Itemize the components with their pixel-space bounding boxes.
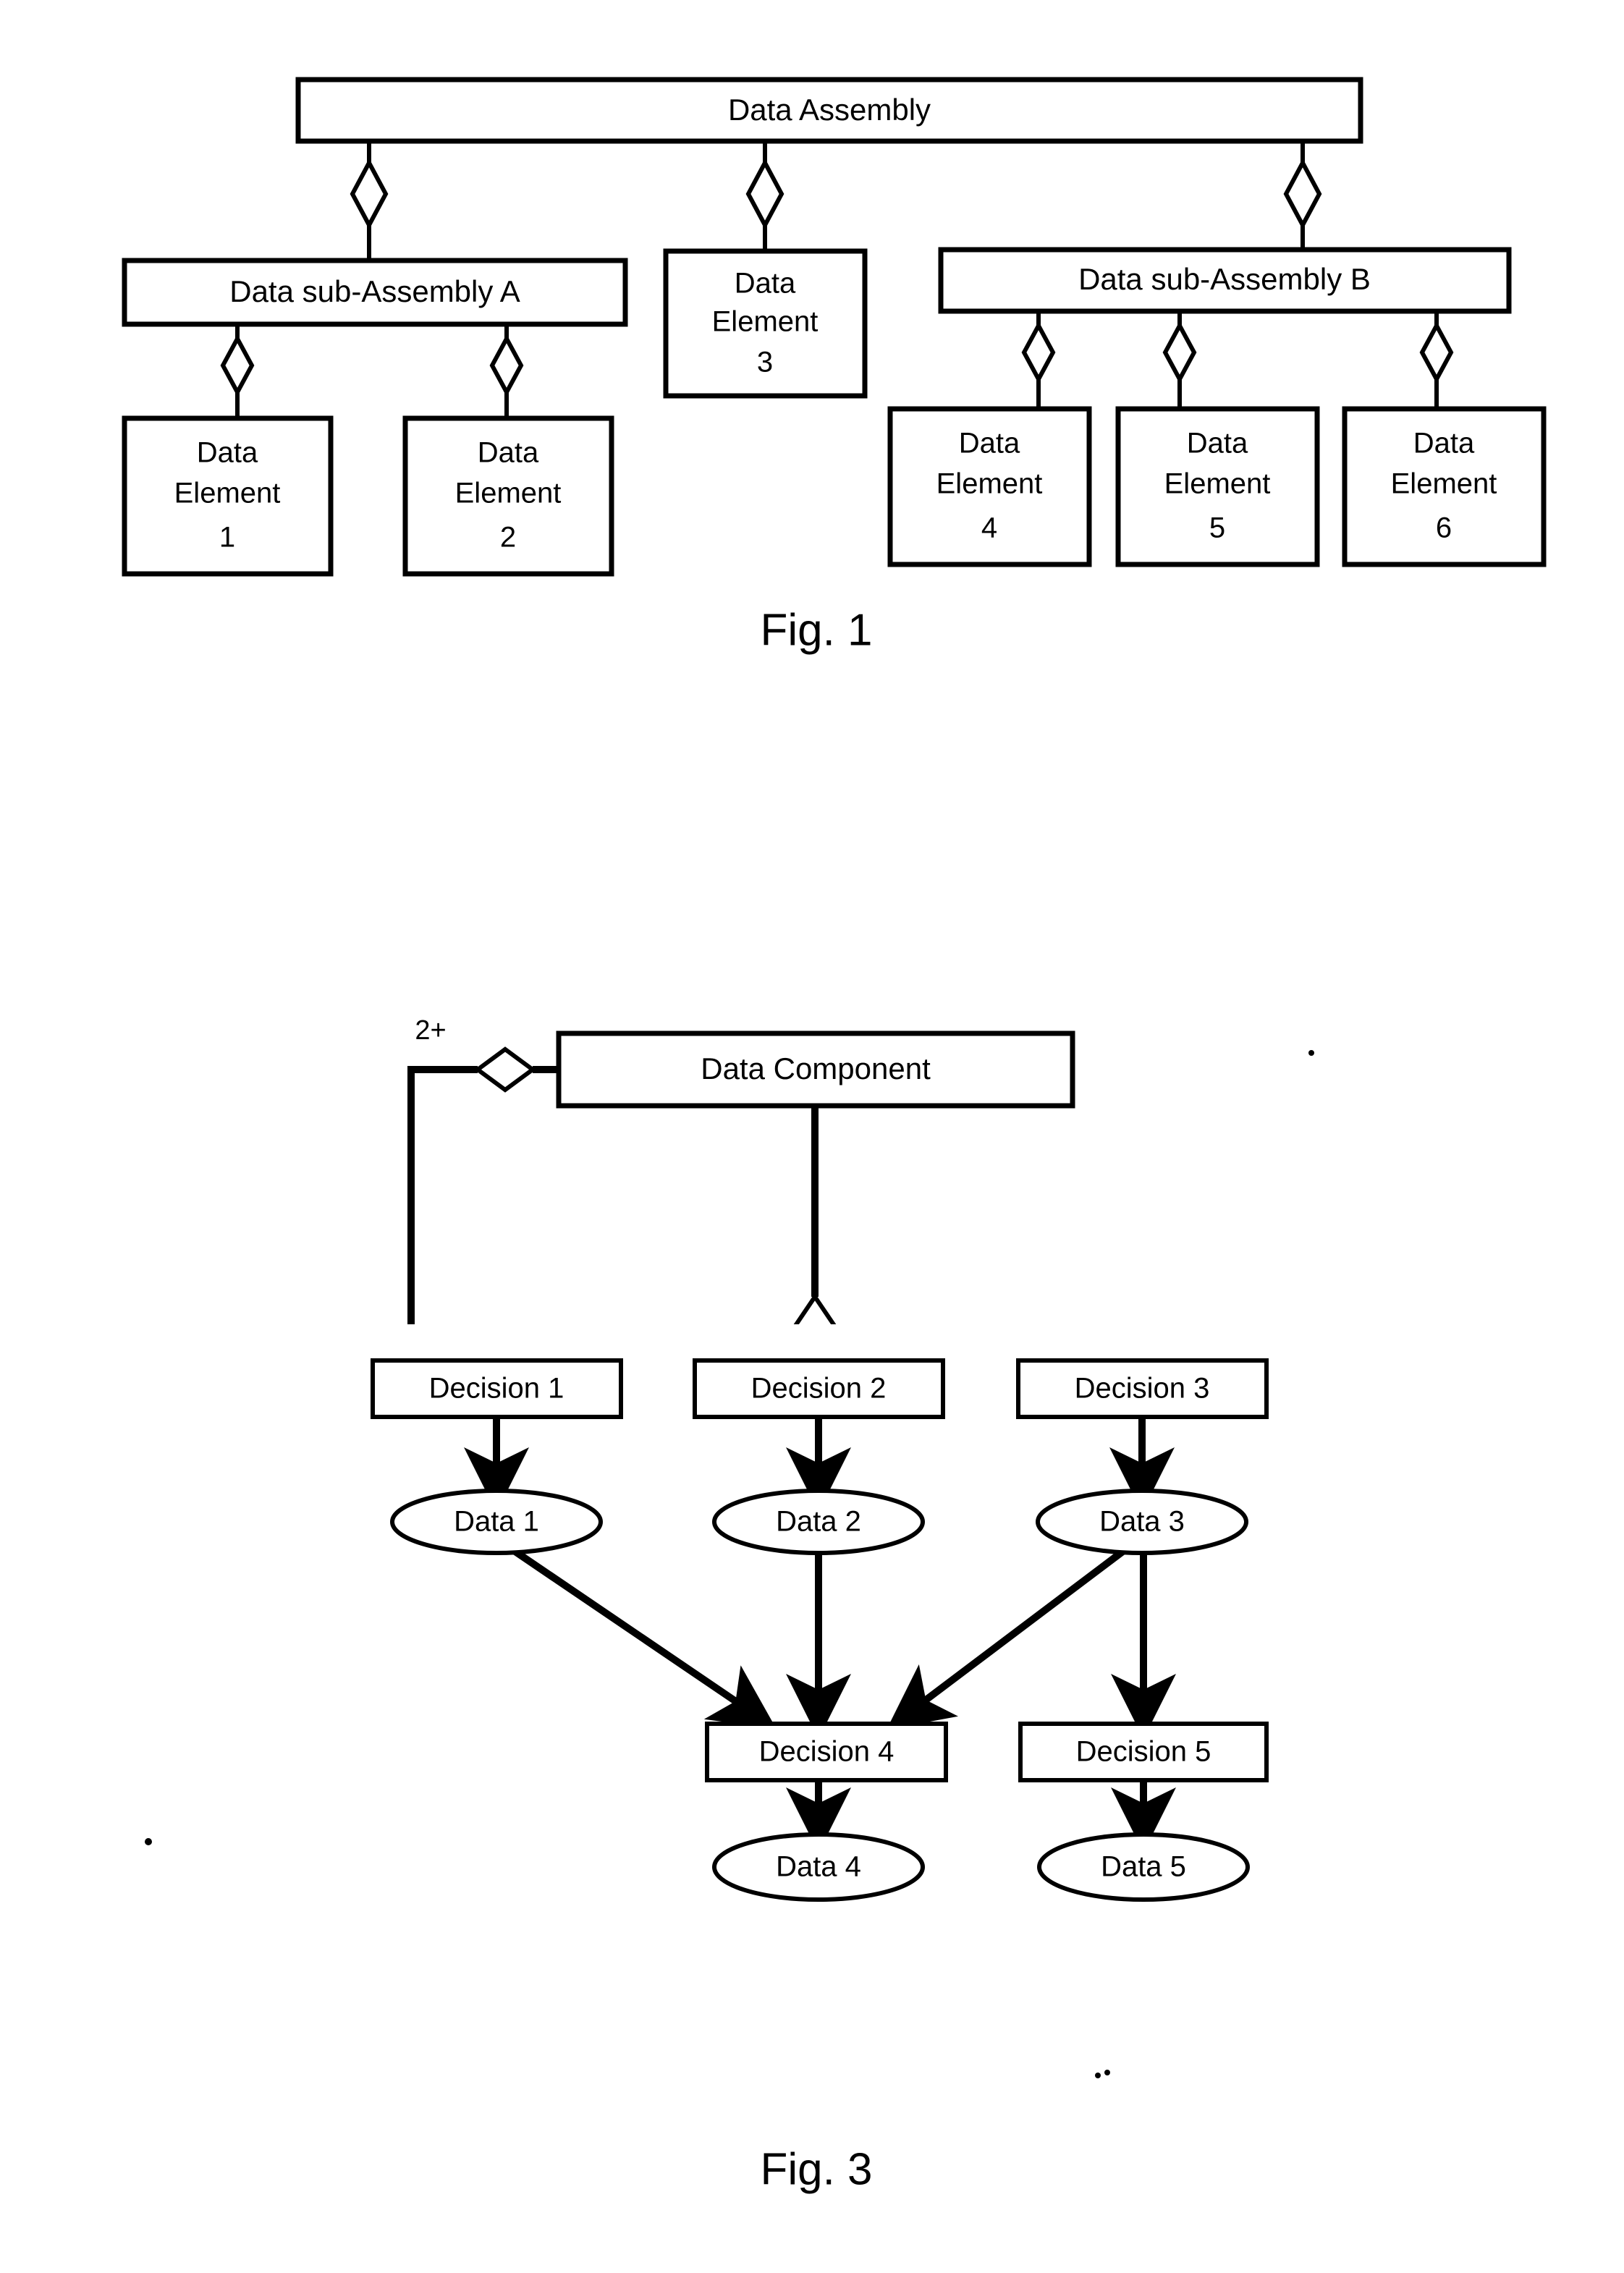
print-speck-left [145, 1838, 152, 1845]
node-decision-1[interactable]: Decision 1 [371, 1358, 623, 1419]
node-data-element-2-line2: Element [455, 478, 562, 509]
node-decision-1-label: Decision 1 [429, 1373, 564, 1405]
node-data-element-4-line3: 4 [981, 512, 997, 544]
node-decision-4[interactable]: Decision 4 [705, 1722, 948, 1782]
node-data-4-label: Data 4 [776, 1851, 861, 1883]
node-data-element-1-line3: 1 [219, 522, 235, 554]
figure-1-caption: Fig. 1 [760, 605, 872, 655]
figure-2: 2+ Data Component Data Assembly Data Ele… [407, 1015, 1314, 1324]
patent-figure-sheet: Data Assembly Data sub-Assembly A Data E… [0, 0, 1624, 2273]
node-data-2-label: Data 2 [776, 1506, 861, 1538]
node-data-sub-assembly-b[interactable]: Data sub-Assembly B [938, 247, 1512, 314]
node-data-element-4-line2: Element [936, 468, 1043, 500]
node-data-sub-assembly-a-label: Data sub-Assembly A [229, 274, 520, 308]
node-data-element-1[interactable]: Data Element 1 [122, 415, 334, 577]
edge-assembly-to-subassembly-b [1283, 141, 1322, 261]
node-data-assembly-label: Data Assembly [728, 93, 931, 127]
edge-generalization-tree [793, 1106, 837, 1324]
node-data-element-6-line1: Data [1413, 428, 1475, 460]
figure-3-caption: Fig. 3 [760, 2144, 872, 2194]
edge-subassembly-b-to-element-5 [1162, 311, 1197, 409]
figure-3: Decision 1 Decision 2 Decision 3 Data 1 … [145, 1358, 1269, 2194]
node-data-element-5-line2: Element [1164, 468, 1271, 500]
node-data-element-5-line1: Data [1187, 428, 1248, 460]
edge-assembly-aggregation-to-component: 2+ [407, 1015, 559, 1324]
node-data-5-label: Data 5 [1101, 1851, 1186, 1883]
node-data-element-5-line3: 5 [1209, 512, 1225, 544]
print-speck-mid-2 [1104, 2070, 1110, 2075]
node-data-element-5[interactable]: Data Element 5 [1115, 406, 1320, 567]
print-speck [1308, 1050, 1314, 1056]
edge-assembly-to-subassembly-a [350, 141, 389, 261]
node-decision-5[interactable]: Decision 5 [1018, 1722, 1269, 1782]
edge-subassembly-a-to-element-2 [489, 324, 524, 418]
node-data-element-3-line1: Data [735, 268, 796, 300]
node-decision-4-label: Decision 4 [759, 1736, 895, 1768]
node-decision-2-label: Decision 2 [751, 1373, 887, 1405]
node-data-assembly[interactable]: Data Assembly [295, 77, 1363, 144]
node-data-element-2-line3: 2 [500, 522, 516, 554]
node-data-element-1-line2: Element [174, 478, 281, 509]
node-data-element-2[interactable]: Data Element 2 [402, 415, 614, 577]
node-data-2[interactable]: Data 2 [712, 1489, 925, 1555]
node-data-element-3-line2: Element [712, 306, 819, 338]
print-speck-mid [1095, 2073, 1101, 2078]
node-data-element-4[interactable]: Data Element 4 [887, 406, 1092, 567]
node-data-5[interactable]: Data 5 [1037, 1832, 1250, 1902]
multiplicity-label: 2+ [415, 1015, 446, 1046]
node-data-component-label: Data Component [701, 1051, 931, 1085]
node-data-component[interactable]: Data Component [556, 1030, 1075, 1109]
node-data-element-2-line1: Data [478, 437, 539, 469]
node-decision-3[interactable]: Decision 3 [1016, 1358, 1269, 1419]
edge-subassembly-a-to-element-1 [220, 324, 255, 418]
node-data-element-6[interactable]: Data Element 6 [1342, 406, 1547, 567]
edge-subassembly-b-to-element-6 [1419, 311, 1454, 409]
node-data-element-6-line3: 6 [1436, 512, 1452, 544]
node-data-element-3-line3: 3 [757, 347, 773, 378]
node-data-1[interactable]: Data 1 [390, 1489, 603, 1555]
node-data-element-6-line2: Element [1391, 468, 1497, 500]
node-data-3-label: Data 3 [1099, 1506, 1185, 1538]
node-data-sub-assembly-a[interactable]: Data sub-Assembly A [122, 258, 628, 327]
edge-data3-to-decision4 [887, 1543, 1133, 1730]
edge-data1-to-decision4 [504, 1542, 777, 1730]
edge-subassembly-b-to-element-4 [1021, 311, 1056, 409]
node-data-element-4-line1: Data [959, 428, 1020, 460]
node-decision-5-label: Decision 5 [1076, 1736, 1211, 1768]
figure-1: Data Assembly Data sub-Assembly A Data E… [122, 77, 1547, 655]
node-data-1-label: Data 1 [454, 1506, 539, 1538]
edge-assembly-to-element-3 [745, 141, 784, 251]
node-decision-2[interactable]: Decision 2 [693, 1358, 945, 1419]
node-data-element-3[interactable]: Data Element 3 [663, 248, 868, 399]
node-data-4[interactable]: Data 4 [712, 1832, 925, 1902]
node-data-element-1-line1: Data [197, 437, 258, 469]
node-data-3[interactable]: Data 3 [1036, 1489, 1248, 1555]
node-decision-3-label: Decision 3 [1075, 1373, 1210, 1405]
node-data-sub-assembly-b-label: Data sub-Assembly B [1078, 262, 1371, 296]
